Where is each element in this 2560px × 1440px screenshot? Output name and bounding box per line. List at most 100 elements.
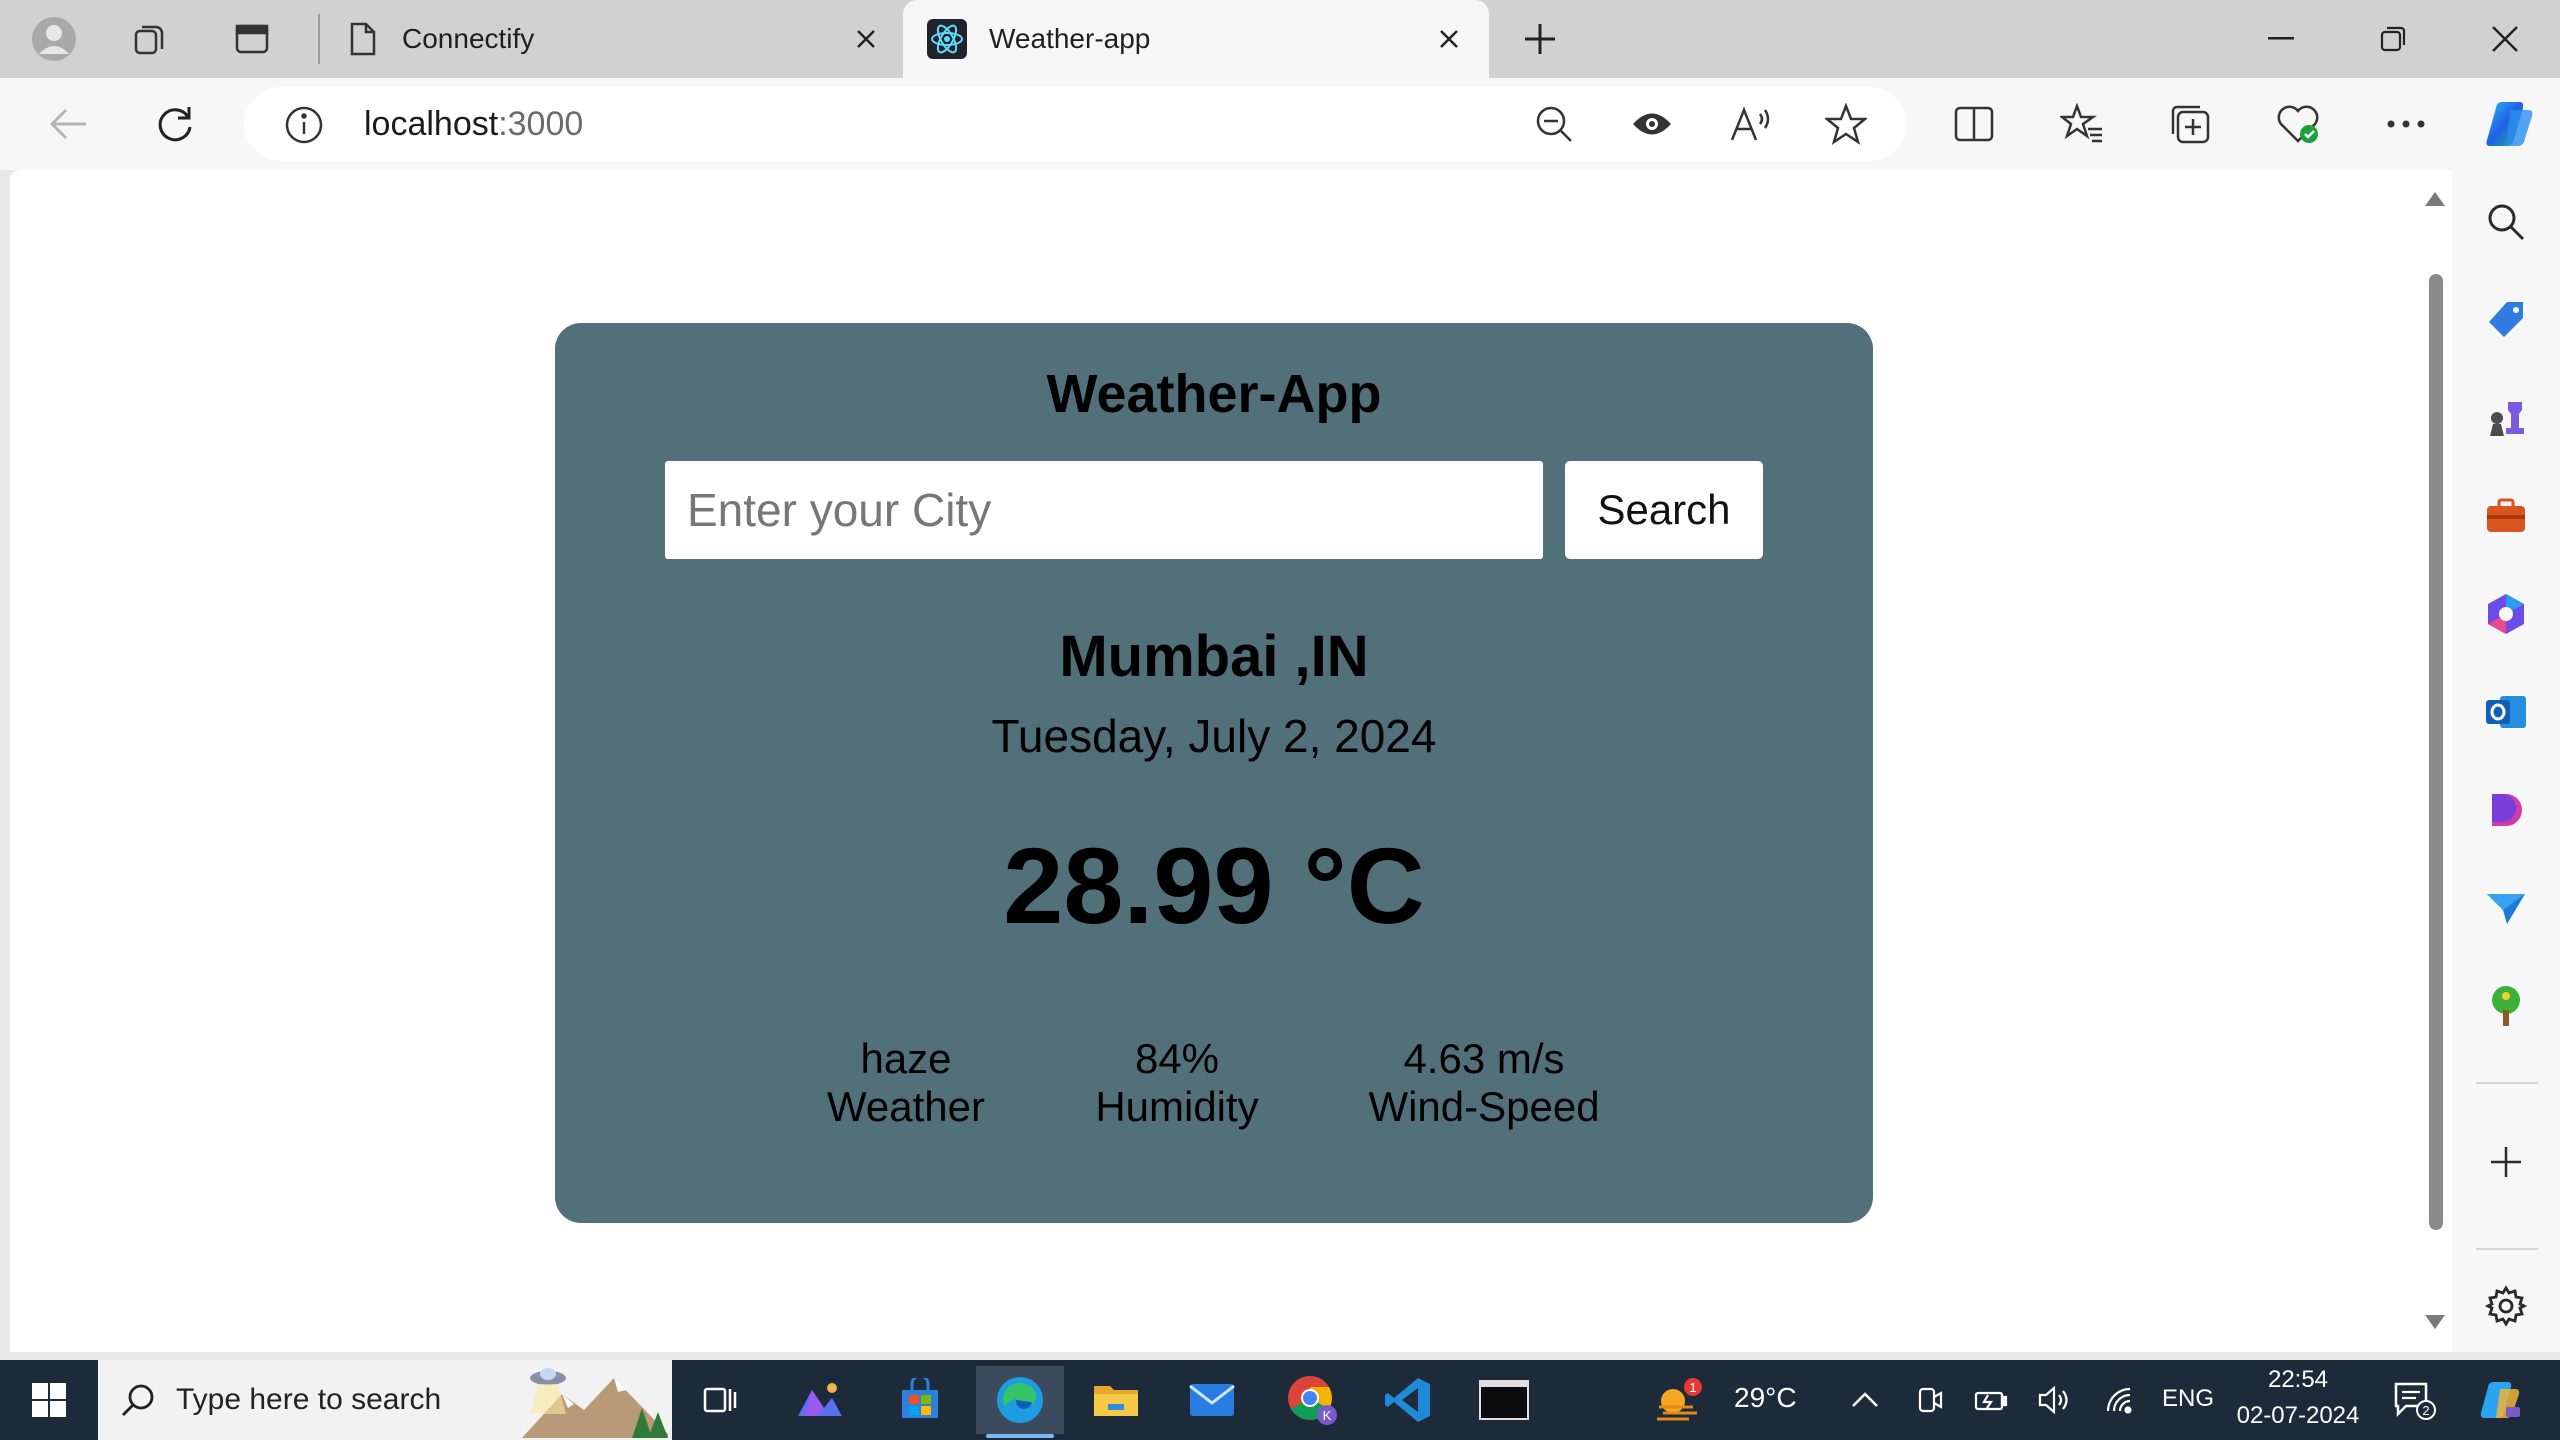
sidebar-search-icon[interactable] xyxy=(2472,188,2540,256)
tab-title: Connectify xyxy=(402,23,535,54)
file-explorer-icon[interactable] xyxy=(1072,1366,1160,1434)
zoom-out-icon[interactable] xyxy=(1524,94,1584,154)
workspaces-icon[interactable] xyxy=(124,13,176,65)
stat-humidity: 84% Humidity xyxy=(1095,1035,1258,1131)
stat-value: haze xyxy=(860,1035,952,1082)
back-arrow-icon[interactable] xyxy=(38,94,98,154)
active-app-indicator xyxy=(986,1434,1054,1438)
notifications-icon[interactable]: 2 xyxy=(2384,1366,2444,1434)
task-view-icon[interactable] xyxy=(676,1366,764,1434)
windows-taskbar: Type here to search K 1 29°C ENG 22:54 0… xyxy=(0,1360,2560,1440)
new-tab-icon[interactable] xyxy=(1514,13,1566,65)
language-indicator[interactable]: ENG xyxy=(2162,1385,2214,1413)
edge-browser-icon[interactable] xyxy=(976,1366,1064,1438)
show-hidden-icons-chevron-icon[interactable] xyxy=(1840,1366,1890,1434)
info-icon[interactable] xyxy=(284,105,324,145)
stat-label: Weather xyxy=(827,1083,985,1130)
sidebar-divider xyxy=(2476,1082,2538,1084)
stat-label: Wind-Speed xyxy=(1368,1083,1600,1130)
edge-sidebar xyxy=(2452,170,2560,1352)
mail-icon[interactable] xyxy=(1168,1366,1256,1434)
city-search-input[interactable] xyxy=(665,461,1543,559)
vertical-tabs-icon[interactable] xyxy=(226,13,278,65)
tools-briefcase-icon[interactable] xyxy=(2472,482,2540,550)
tab-weather-app[interactable]: Weather-app xyxy=(903,0,1489,78)
scroll-up-icon[interactable] xyxy=(2425,192,2445,206)
shopping-tag-icon[interactable] xyxy=(2472,286,2540,354)
settings-gear-icon[interactable] xyxy=(2472,1272,2540,1340)
windows-start-icon[interactable] xyxy=(4,1366,94,1434)
split-screen-icon[interactable] xyxy=(1944,94,2004,154)
close-window-icon[interactable] xyxy=(2450,0,2560,78)
copilot-taskbar-icon[interactable] xyxy=(2464,1366,2534,1434)
taskbar-search-placeholder: Type here to search xyxy=(176,1383,442,1416)
collections-icon[interactable] xyxy=(2160,94,2220,154)
wifi-icon[interactable] xyxy=(2096,1366,2146,1434)
page-icon xyxy=(350,22,376,56)
immersive-reader-eye-icon[interactable] xyxy=(1622,94,1682,154)
stat-wind-speed: 4.63 m/s Wind-Speed xyxy=(1368,1035,1599,1131)
copilot-icon[interactable] xyxy=(2478,94,2538,154)
clock-time[interactable]: 22:54 xyxy=(2236,1366,2360,1394)
battery-icon[interactable] xyxy=(1966,1366,2016,1434)
taskbar-search-box[interactable]: Type here to search xyxy=(98,1360,672,1440)
restore-icon[interactable] xyxy=(2338,0,2448,78)
scroll-down-icon[interactable] xyxy=(2425,1315,2445,1329)
stat-value: 84% xyxy=(1134,1035,1220,1082)
weather-card: Weather-App Search Mumbai ,IN Tuesday, J… xyxy=(555,323,1873,1223)
scrollbar-thumb[interactable] xyxy=(2429,274,2443,1230)
photos-app-icon[interactable] xyxy=(776,1366,864,1434)
add-sidebar-app-icon[interactable] xyxy=(2472,1128,2540,1196)
url-text[interactable]: localhost:3000 xyxy=(364,87,583,161)
address-bar[interactable]: localhost:3000 xyxy=(244,87,1906,161)
tab-strip: Connectify Weather-app xyxy=(0,0,2560,78)
react-icon xyxy=(927,19,967,59)
outlook-icon[interactable] xyxy=(2472,678,2540,746)
notification-count: 2 xyxy=(2422,1403,2429,1418)
url-host: localhost xyxy=(364,105,499,143)
chrome-browser-icon[interactable]: K xyxy=(1268,1366,1356,1434)
read-aloud-icon[interactable] xyxy=(1720,94,1780,154)
stat-label: Humidity xyxy=(1095,1083,1259,1130)
temperature: 28.99 °C xyxy=(1003,825,1425,946)
designer-icon[interactable] xyxy=(2472,776,2540,844)
stat-value: 4.63 m/s xyxy=(1403,1035,1565,1082)
favorites-icon[interactable] xyxy=(2052,94,2112,154)
search-highlight-illustration-icon xyxy=(522,1368,668,1438)
profile-avatar-icon[interactable] xyxy=(28,13,80,65)
send-arrow-icon[interactable] xyxy=(2472,874,2540,942)
more-options-icon[interactable] xyxy=(2376,94,2436,154)
url-port: :3000 xyxy=(498,105,584,143)
weather-widget-icon[interactable]: 1 xyxy=(1648,1366,1708,1434)
close-tab-icon[interactable] xyxy=(844,17,888,61)
location-name: Mumbai ,IN xyxy=(1059,624,1369,689)
tab-title: Weather-app xyxy=(989,23,1151,54)
stat-weather: haze Weather xyxy=(827,1035,985,1131)
volume-icon[interactable] xyxy=(2030,1366,2080,1434)
terminal-icon[interactable] xyxy=(1460,1366,1548,1434)
current-date: Tuesday, July 2, 2024 xyxy=(991,710,1437,762)
browser-essentials-icon[interactable] xyxy=(2268,94,2328,154)
sidebar-divider xyxy=(2476,1248,2538,1250)
games-chess-icon[interactable] xyxy=(2472,384,2540,452)
svg-text:K: K xyxy=(1323,1408,1332,1423)
refresh-icon[interactable] xyxy=(145,94,205,154)
close-tab-icon[interactable] xyxy=(1427,17,1471,61)
favorite-star-icon[interactable] xyxy=(1816,94,1876,154)
browser-toolbar: localhost:3000 xyxy=(0,78,2560,170)
search-button[interactable]: Search xyxy=(1565,461,1763,559)
meet-now-icon[interactable] xyxy=(1904,1366,1954,1434)
microsoft-365-icon[interactable] xyxy=(2472,580,2540,648)
vertical-scrollbar[interactable] xyxy=(2418,170,2452,1352)
weather-badge: 1 xyxy=(1689,1380,1696,1395)
tab-connectify[interactable]: Connectify xyxy=(330,0,900,78)
tree-icon[interactable] xyxy=(2472,972,2540,1040)
search-icon xyxy=(122,1384,154,1416)
vscode-icon[interactable] xyxy=(1364,1366,1452,1434)
microsoft-store-icon[interactable] xyxy=(876,1366,964,1434)
weather-temp[interactable]: 29°C xyxy=(1734,1382,1797,1414)
app-title: Weather-App xyxy=(1046,364,1382,424)
minimize-icon[interactable] xyxy=(2226,0,2336,78)
clock-date[interactable]: 02-07-2024 xyxy=(2228,1402,2368,1430)
tab-separator xyxy=(318,14,320,64)
